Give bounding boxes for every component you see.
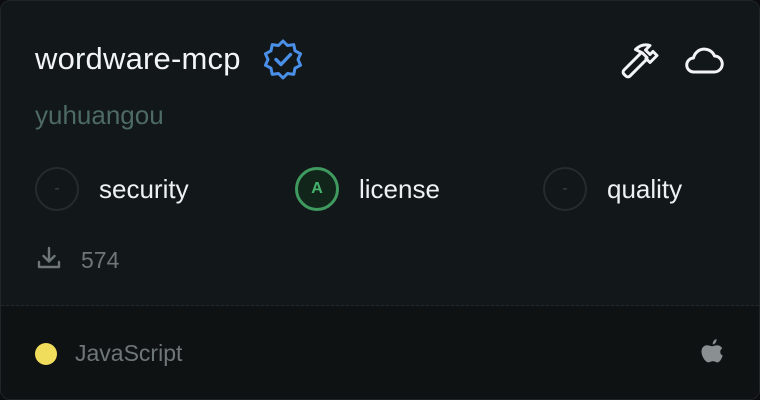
author-name[interactable]: yuhuangou [35,100,164,131]
header-icons [597,39,725,83]
score-quality[interactable]: - quality [543,165,682,213]
apple-icon [699,337,725,367]
language-name: JavaScript [75,340,183,366]
quality-grade-badge: - [543,167,587,211]
quality-label: quality [607,173,683,204]
security-grade-badge: - [35,167,79,211]
language: JavaScript [35,340,182,367]
card-footer: JavaScript [1,306,759,399]
score-license[interactable]: A license [295,165,440,213]
download-icon [35,244,63,277]
title-row: wordware-mcp [35,37,305,81]
verified-badge-icon [261,37,305,81]
security-label: security [99,173,189,204]
score-row: - security A license - quality [35,165,725,213]
license-grade-badge: A [295,167,339,211]
downloads: 574 [35,244,119,277]
cloud-icon[interactable] [681,39,725,83]
license-label: license [359,173,440,204]
server-name[interactable]: wordware-mcp [35,41,241,77]
download-count: 574 [81,247,120,273]
hammer-icon[interactable] [617,39,661,83]
language-dot [35,342,57,365]
server-card[interactable]: wordware-mcp yuhuangou - security A lice… [0,0,760,400]
score-security[interactable]: - security [35,165,189,213]
